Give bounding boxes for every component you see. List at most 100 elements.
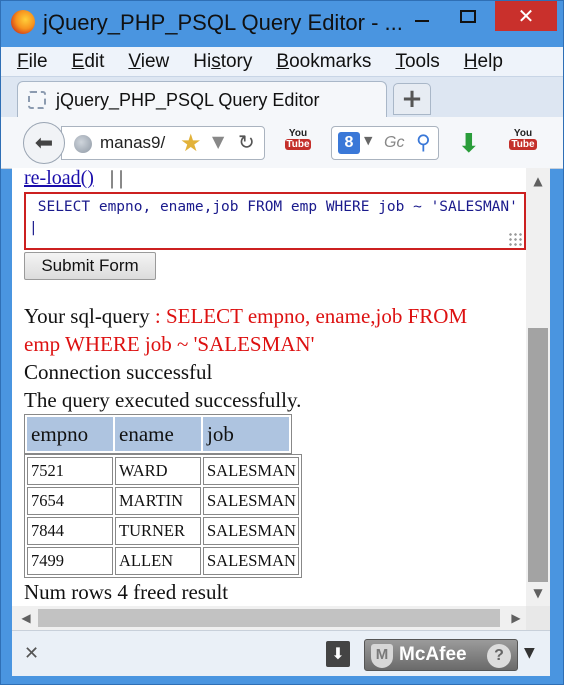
table-cell: 7844 — [27, 517, 113, 545]
reload-icon[interactable]: ↻ — [238, 130, 255, 154]
table-cell: MARTIN — [115, 487, 201, 515]
column-header-job: job — [203, 417, 289, 451]
resize-grip-icon[interactable] — [508, 232, 522, 246]
download-icon: ⬇ — [331, 644, 345, 663]
results-header-table: empno ename job — [24, 414, 292, 454]
table-cell: ALLEN — [115, 547, 201, 575]
youtube-logo-top: You — [288, 128, 308, 139]
menu-bookmarks-label: ookmarks — [289, 50, 372, 72]
bookmark-star-icon[interactable]: ★ — [180, 129, 202, 157]
search-input[interactable]: Gc — [384, 134, 404, 152]
maximize-button[interactable] — [445, 1, 491, 31]
menu-file-label: ile — [28, 50, 48, 72]
menu-tools[interactable]: Tools — [391, 51, 443, 73]
window-title: jQuery_PHP_PSQL Query Editor - ... — [43, 10, 403, 35]
search-magnifier-icon[interactable]: ⚲ — [416, 130, 431, 154]
tab-strip: jQuery_PHP_PSQL Query Editor + — [1, 77, 563, 119]
search-bar[interactable]: 8 ▼ Gc ⚲ — [331, 126, 439, 160]
sql-query-text: SELECT empno, ename,job FROM emp WHERE j… — [29, 199, 527, 236]
menu-view[interactable]: View — [124, 51, 173, 73]
mcafee-label: McAfee — [399, 644, 467, 665]
tab-query-editor[interactable]: jQuery_PHP_PSQL Query Editor — [17, 81, 387, 119]
youtube-toolbar-button[interactable]: You Tube — [285, 128, 311, 158]
table-cell: SALESMAN — [203, 457, 299, 485]
url-history-dropdown-icon[interactable]: ▼ — [212, 132, 224, 151]
menu-edit-label: dit — [84, 50, 105, 72]
mcafee-siteadvisor-button[interactable]: M McAfee ? — [364, 639, 518, 671]
scroll-left-icon[interactable]: ◀ — [16, 606, 36, 630]
vertical-scroll-thumb[interactable] — [528, 328, 548, 582]
scroll-corner — [526, 606, 550, 630]
tab-label: jQuery_PHP_PSQL Query Editor — [56, 90, 320, 110]
minimize-icon — [415, 20, 429, 22]
vertical-scrollbar[interactable]: ▲ ▼ — [526, 168, 550, 606]
rows-freed-message: Num rows 4 freed result — [24, 580, 229, 604]
close-window-button[interactable]: ✕ — [495, 1, 557, 31]
column-header-empno: empno — [27, 417, 113, 451]
horizontal-scroll-thumb[interactable] — [38, 609, 500, 627]
table-row: 7654 MARTIN SALESMAN — [26, 486, 300, 516]
menu-bookmarks-accel: B — [276, 50, 290, 72]
menu-file-accel: F — [17, 50, 29, 72]
close-addon-bar-icon[interactable]: ✕ — [24, 643, 39, 664]
close-icon: ✕ — [517, 4, 535, 28]
youtube-logo-bottom: Tube — [285, 139, 311, 150]
menu-tools-accel: T — [395, 50, 405, 72]
addon-bar: ✕ ⬇ M McAfee ? ▼ — [12, 630, 550, 676]
submit-form-button[interactable]: Submit Form — [24, 252, 156, 280]
sql-echo-prefix: Your sql-query — [24, 304, 155, 328]
mcafee-help-icon[interactable]: ? — [487, 644, 511, 668]
menu-edit[interactable]: Edit — [68, 51, 109, 73]
navigation-toolbar: manas9/ ★ ▼ ↻ ⬅ You Tube 8 ▼ Gc ⚲ ⬇ You … — [1, 117, 563, 169]
youtube-addon-button[interactable]: You Tube — [509, 128, 537, 158]
table-cell: TURNER — [115, 517, 201, 545]
scroll-down-icon[interactable]: ▼ — [526, 582, 550, 604]
menu-view-label: iew — [140, 50, 170, 72]
query-status: The query executed successfully. — [24, 388, 302, 412]
youtube-addon-top: You — [513, 128, 533, 139]
table-row: 7499 ALLEN SALESMAN — [26, 546, 300, 576]
site-identity-icon[interactable] — [74, 135, 92, 153]
scroll-right-icon[interactable]: ▶ — [506, 606, 526, 630]
mcafee-menu-arrow-icon[interactable]: ▼ — [524, 645, 535, 661]
table-cell: WARD — [115, 457, 201, 485]
new-tab-button[interactable]: + — [393, 83, 431, 115]
results-data-table: 7521 WARD SALESMAN 7654 MARTIN SALESMAN … — [24, 454, 302, 578]
menu-edit-accel: E — [71, 50, 85, 72]
reload-link[interactable]: re-load() — [24, 168, 94, 188]
table-cell: 7654 — [27, 487, 113, 515]
youtube-addon-bottom: Tube — [509, 139, 537, 150]
mcafee-shield-icon: M — [371, 644, 393, 668]
menu-history-label: tory — [220, 50, 253, 72]
menu-history[interactable]: History — [189, 51, 256, 73]
url-text: manas9/ — [100, 133, 166, 152]
google-search-engine-icon[interactable]: 8 — [338, 132, 360, 154]
menu-tools-label: ools — [404, 50, 440, 72]
downloads-button[interactable]: ⬇ — [326, 641, 350, 667]
page-favicon-icon — [28, 91, 46, 109]
reload-separator: | | — [110, 168, 124, 189]
scroll-up-icon[interactable]: ▲ — [526, 170, 550, 192]
menu-bar: File Edit View History Bookmarks Tools H… — [1, 47, 563, 77]
menu-file[interactable]: File — [13, 51, 52, 73]
table-cell: 7521 — [27, 457, 113, 485]
menu-history-accel: s — [211, 50, 221, 72]
menu-help-accel: H — [463, 50, 478, 72]
download-arrow-icon[interactable]: ⬇ — [458, 129, 480, 159]
search-engine-dropdown-icon[interactable]: ▼ — [364, 134, 372, 147]
sql-echo: Your sql-query : SELECT empno, ename,job… — [24, 302, 504, 358]
title-bar: jQuery_PHP_PSQL Query Editor - ... ✕ — [1, 1, 563, 47]
table-cell: SALESMAN — [203, 547, 299, 575]
url-bar[interactable]: manas9/ ★ ▼ ↻ — [61, 126, 265, 160]
menu-view-accel: V — [128, 50, 141, 72]
table-cell: SALESMAN — [203, 517, 299, 545]
horizontal-scrollbar[interactable]: ◀ ▶ — [12, 606, 550, 630]
back-button[interactable]: ⬅ — [23, 122, 65, 164]
menu-history-pre: Hi — [193, 50, 212, 72]
minimize-button[interactable] — [399, 1, 445, 31]
menu-bookmarks[interactable]: Bookmarks — [272, 51, 375, 73]
table-row: 7844 TURNER SALESMAN — [26, 516, 300, 546]
menu-help[interactable]: Help — [460, 51, 507, 73]
sql-query-textarea[interactable]: SELECT empno, ename,job FROM emp WHERE j… — [24, 192, 526, 250]
maximize-icon — [460, 9, 476, 23]
